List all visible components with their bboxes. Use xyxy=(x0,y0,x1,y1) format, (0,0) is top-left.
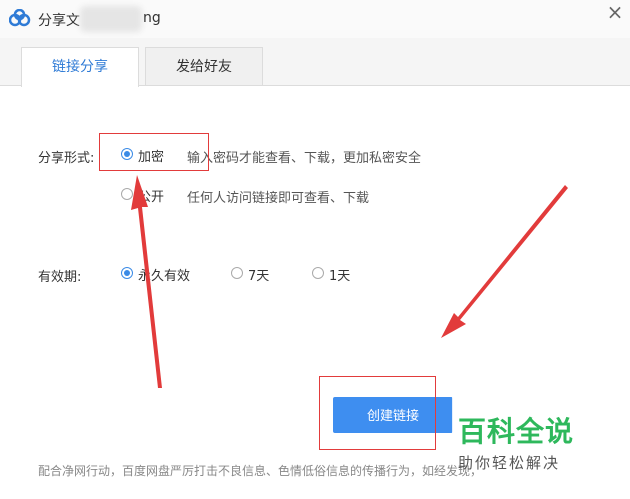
tab-link-share[interactable]: 链接分享 xyxy=(21,47,139,87)
watermark-main: 百科全说 xyxy=(458,415,575,448)
watermark: 百科全说 助你轻松解决 xyxy=(458,410,588,473)
annotation-arrow-down-left xyxy=(441,185,568,338)
annotation-arrow-up xyxy=(131,175,162,388)
watermark-sub: 助你轻松解决 xyxy=(458,454,561,472)
